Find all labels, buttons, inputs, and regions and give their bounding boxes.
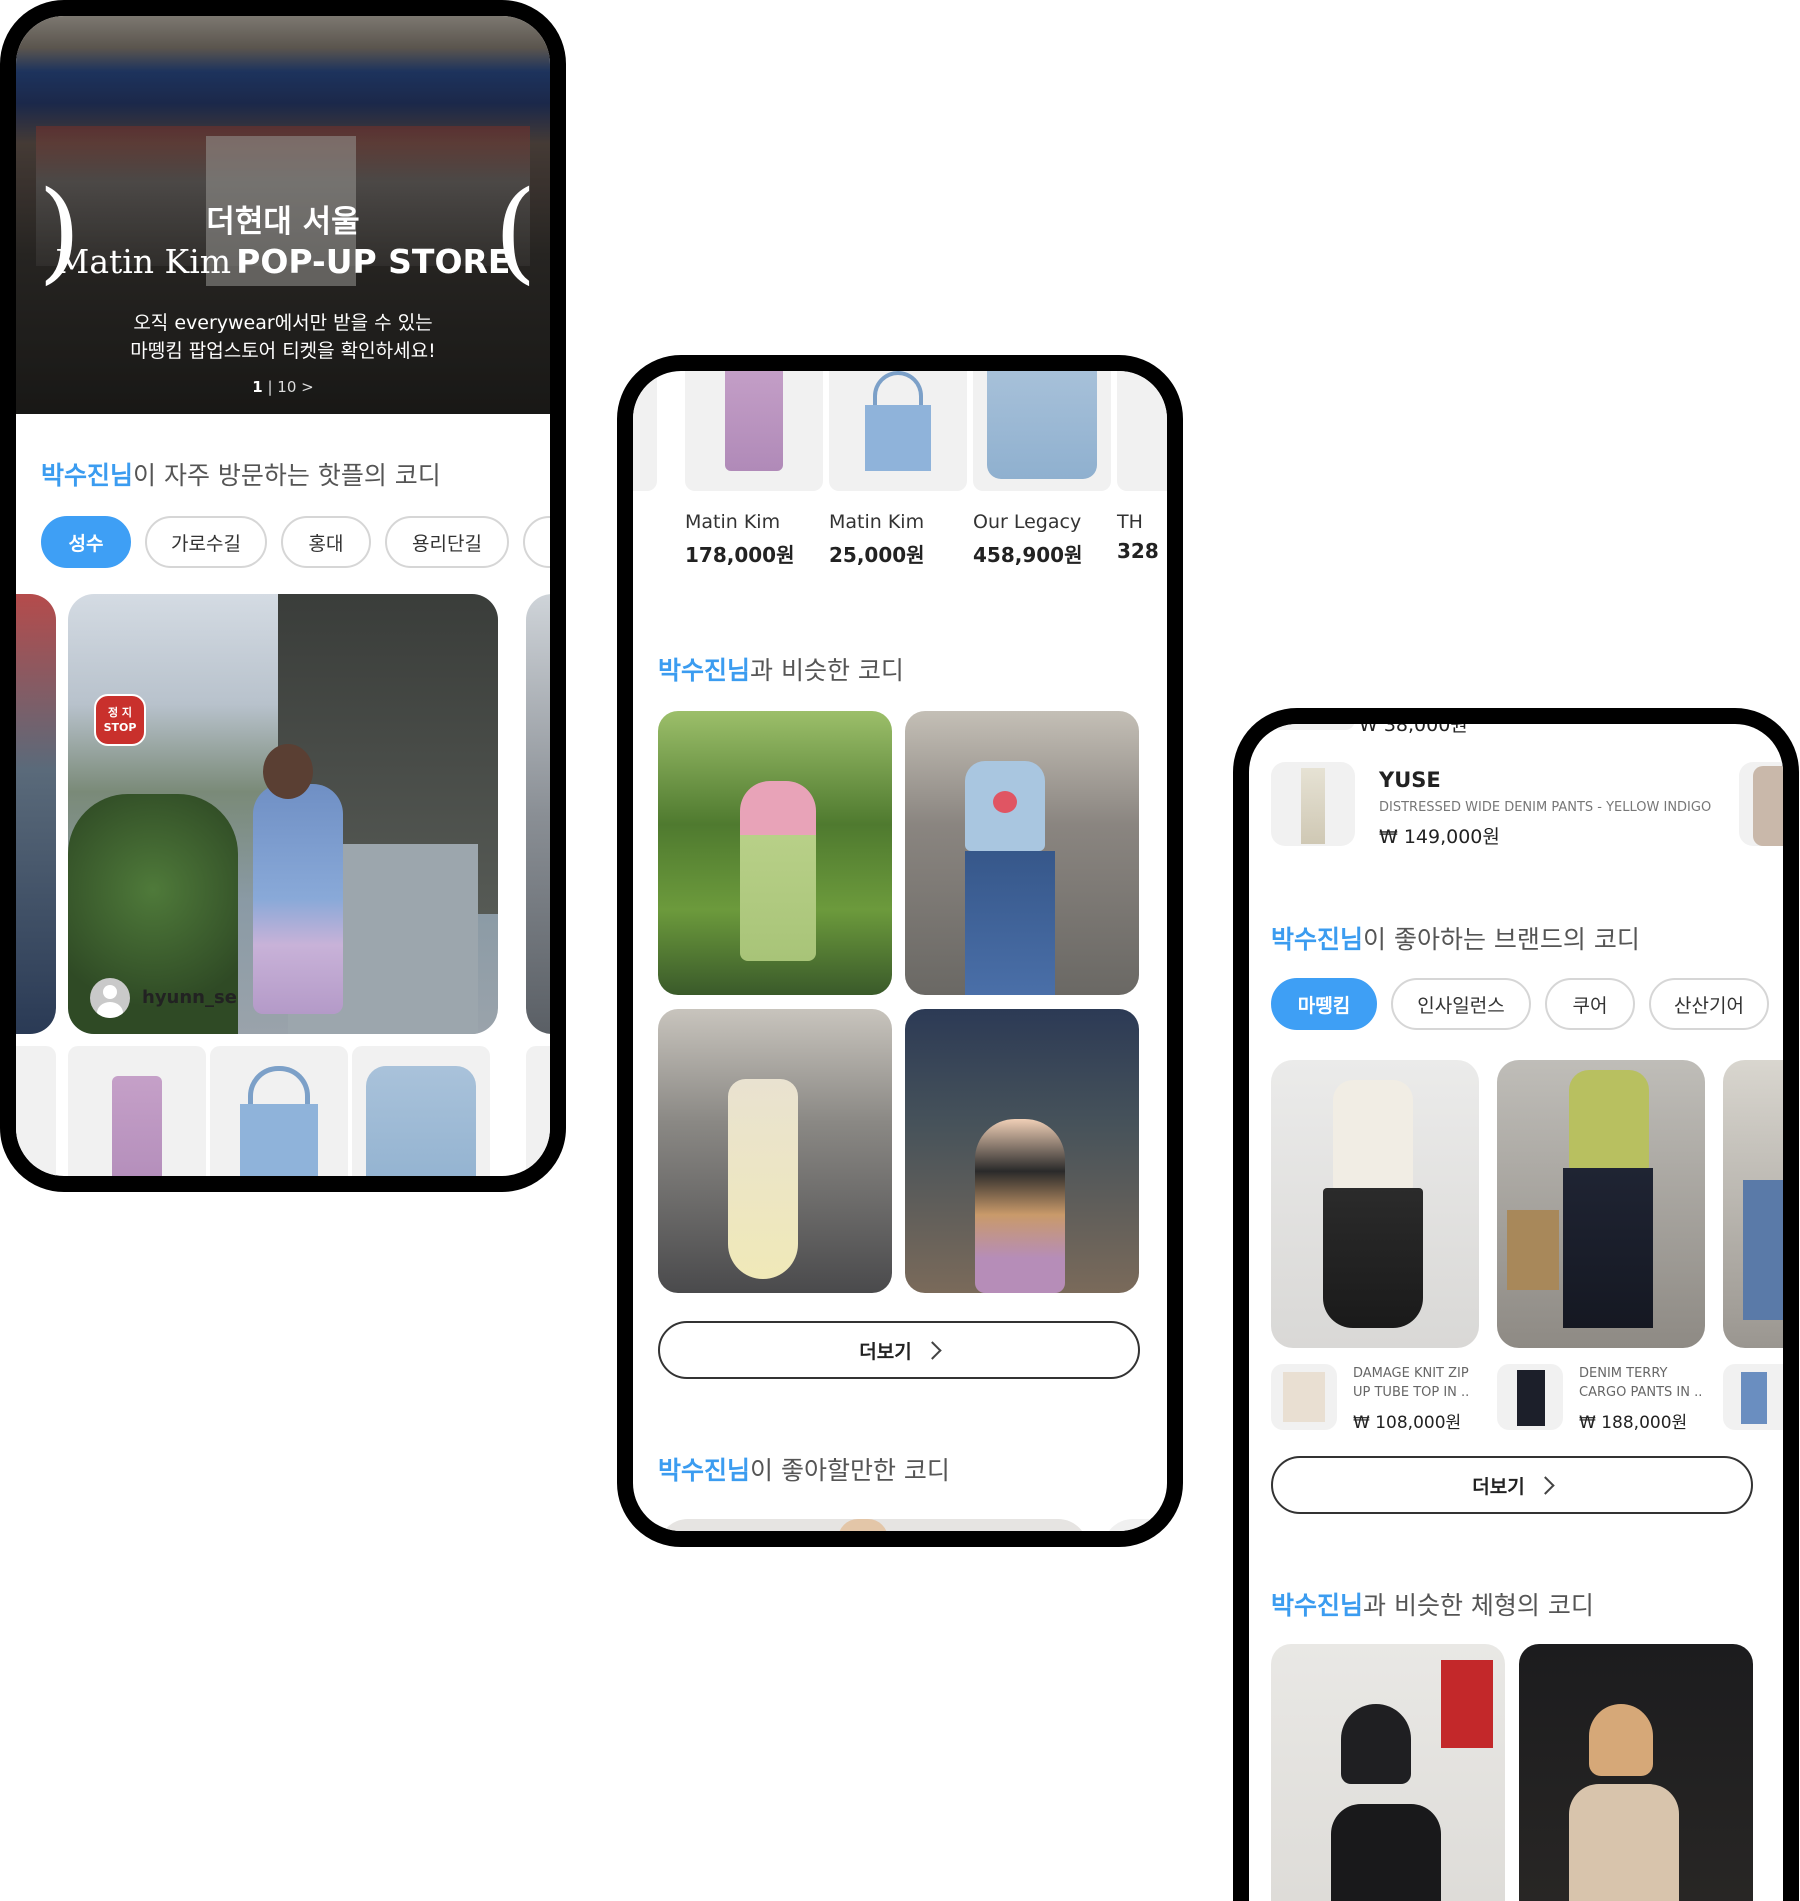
chip-garosugil[interactable]: 가로수길 [145,516,267,568]
section-title-text: 이 자주 방문하는 핫플의 코디 [133,461,441,490]
product-image-next[interactable] [1117,371,1167,491]
user-name-highlight: 박수진님 [658,656,751,685]
product-thumb-prev[interactable] [16,1046,56,1176]
product-brand: YUSE [1379,768,1441,792]
brand-outfit-photo-2[interactable] [1497,1060,1705,1348]
section-title-text: 과 비슷한 체형의 코디 [1363,1591,1594,1620]
product-thumb-next-3[interactable] [1739,762,1783,846]
product-thumb-jacket[interactable] [352,1046,490,1176]
outfit-photo-recommend-2[interactable] [1103,1519,1167,1531]
section-title-text: 과 비슷한 코디 [750,656,904,685]
chip-seongsu[interactable]: 성수 [41,516,131,568]
phone-screen-2: Matin Kim 178,000원 Matin Kim 25,000원 Our… [617,355,1183,1547]
item-name-2: DENIM TERRY CARGO PANTS IN .. [1579,1366,1703,1400]
product-thumb-partial[interactable] [1271,724,1355,730]
phone-screen-3: ₩ 38,000원 YUSE DISTRESSED WIDE DENIM PAN… [1233,708,1799,1901]
section-title-hotplace: 박수진님이 자주 방문하는 핫플의 코디 [41,456,441,492]
user-name-highlight: 박수진님 [1271,1591,1364,1620]
banner-subtitle-1: 오직 everywear에서만 받을 수 있는 [133,312,433,334]
banner-pager[interactable]: 1 | 10 > [16,378,550,396]
outfit-photo-4[interactable] [905,1009,1139,1293]
popup-banner[interactable]: ) ( 더현대 서울 Matin Kim POP-UP STORE 오직 eve… [16,16,550,414]
product-image-pants[interactable] [685,371,823,491]
section-title-text: 이 좋아하는 브랜드의 코디 [1363,925,1640,954]
product-price-2: 25,000원 [829,543,925,567]
chip-next[interactable] [523,516,550,568]
more-button[interactable]: 더보기 [1271,1456,1753,1514]
body-outfit-photo-1[interactable] [1271,1644,1505,1901]
item-price-1: ₩ 108,000원 [1353,1413,1462,1433]
brand-outfit-photo-3[interactable] [1723,1060,1783,1348]
pager-total: | 10 > [267,378,314,396]
stop-sign-english: STOP [103,721,137,734]
brand-outfit-photo-1[interactable] [1271,1060,1479,1348]
chip-insilence[interactable]: 인사일런스 [1391,978,1531,1030]
body-outfit-photo-2[interactable] [1519,1644,1753,1901]
chip-hongdae[interactable]: 홍대 [281,516,371,568]
avatar-head-icon [103,985,117,999]
outfit-photo-recommend-1[interactable] [658,1519,1088,1531]
user-name-highlight: 박수진님 [1271,925,1364,954]
banner-event: POP-UP STORE [236,242,511,281]
outfit-photo-2[interactable] [905,711,1139,995]
product-thumb-totebag[interactable] [210,1046,348,1176]
more-button-label: 더보기 [1472,1475,1525,1498]
chip-matinkim[interactable]: 마뗑킴 [1271,978,1377,1030]
product-price-1: 178,000원 [685,543,795,567]
chevron-right-icon [923,1340,942,1360]
product-name: DISTRESSED WIDE DENIM PANTS - YELLOW IND… [1379,800,1712,815]
avatar-body-icon [97,1002,123,1018]
banner-brand: Matin Kim [55,242,232,281]
pager-current: 1 [252,378,263,396]
section-title-body: 박수진님과 비슷한 체형의 코디 [1271,1586,1594,1622]
outfit-photo-prev[interactable] [16,594,56,1034]
product-price-3: 458,900원 [973,543,1083,567]
product-thumb-yuse[interactable] [1271,762,1355,846]
stop-sign-korean: 정 지 [107,706,133,719]
phone-screen-1: ) ( 더현대 서울 Matin Kim POP-UP STORE 오직 eve… [0,0,566,1192]
user-name-highlight: 박수진님 [41,461,134,490]
section-title-recommend: 박수진님이 좋아할만한 코디 [658,1451,950,1487]
product-thumb-next[interactable] [526,1046,550,1176]
chip-coor[interactable]: 쿠어 [1545,978,1635,1030]
user-name-highlight: 박수진님 [658,1456,751,1485]
photo-username[interactable]: hyunn_se [142,987,237,1008]
banner-subtitle-2: 마뗑킴 팝업스토어 티켓을 확인하세요! [130,340,436,362]
more-button[interactable]: 더보기 [658,1321,1140,1379]
product-price-partial: ₩ 38,000원 [1359,724,1468,736]
product-price-4: 328 [1117,539,1159,563]
chip-sansangear[interactable]: 산산기어 [1649,978,1769,1030]
banner-title-line2: Matin Kim POP-UP STORE [16,242,550,281]
stop-sign: 정 지 STOP [94,694,146,746]
product-brand-1: Matin Kim [685,511,781,533]
banner-title-line1: 더현대 서울 [206,204,360,240]
item-thumb-cargo-pants[interactable] [1497,1364,1563,1430]
outfit-photo-main[interactable]: 정 지 STOP hyunn_se [68,594,498,1034]
outfit-photo-1[interactable] [658,711,892,995]
product-image-totebag[interactable] [829,371,967,491]
item-thumb-next[interactable] [1723,1364,1783,1430]
outfit-photo-3[interactable] [658,1009,892,1293]
chevron-right-icon [1536,1475,1555,1495]
product-brand-2: Matin Kim [829,511,925,533]
section-title-similar: 박수진님과 비슷한 코디 [658,651,904,687]
product-image-jacket[interactable] [973,371,1111,491]
section-title-brand: 박수진님이 좋아하는 브랜드의 코디 [1271,920,1640,956]
section-title-text: 이 좋아할만한 코디 [750,1456,950,1485]
product-thumb-prev-2[interactable] [633,371,657,491]
chip-yongridangil[interactable]: 용리단길 [385,516,509,568]
item-price-2: ₩ 188,000원 [1579,1413,1688,1433]
product-brand-3: Our Legacy [973,511,1082,533]
item-name-1: DAMAGE KNIT ZIP UP TUBE TOP IN .. [1353,1366,1470,1400]
item-thumb-knit-top[interactable] [1271,1364,1337,1430]
outfit-photo-next[interactable] [526,594,550,1034]
user-avatar[interactable] [90,978,130,1018]
product-thumb-pants[interactable] [68,1046,206,1176]
more-button-label: 더보기 [859,1340,912,1363]
product-brand-4: TH [1117,511,1143,533]
product-price: ₩ 149,000원 [1379,826,1500,848]
